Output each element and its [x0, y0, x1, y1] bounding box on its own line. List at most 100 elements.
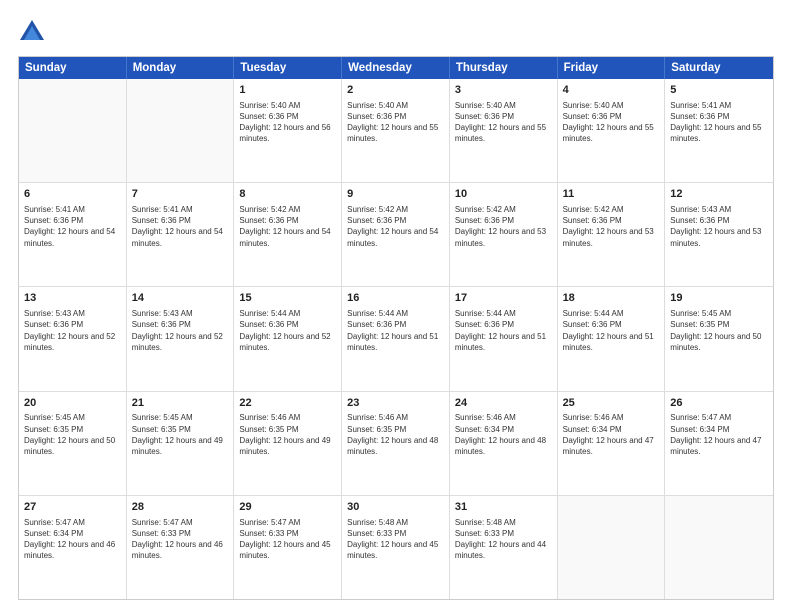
calendar-cell: 12Sunrise: 5:43 AM Sunset: 6:36 PM Dayli…: [665, 183, 773, 286]
calendar-header-cell: Wednesday: [342, 57, 450, 79]
logo: [18, 18, 50, 46]
day-number: 20: [24, 396, 121, 411]
calendar-cell: 22Sunrise: 5:46 AM Sunset: 6:35 PM Dayli…: [234, 392, 342, 495]
cell-info: Sunrise: 5:46 AM Sunset: 6:35 PM Dayligh…: [347, 412, 444, 457]
calendar-header-cell: Tuesday: [234, 57, 342, 79]
calendar-cell: 8 Sunrise: 5:42 AM Sunset: 6:36 PM Daylig…: [234, 183, 342, 286]
day-number: 15: [239, 291, 336, 306]
calendar-cell: 7 Sunrise: 5:41 AM Sunset: 6:36 PM Daylig…: [127, 183, 235, 286]
day-number: 13: [24, 291, 121, 306]
calendar-header-cell: Sunday: [19, 57, 127, 79]
cell-info: Sunrise: 5:44 AM Sunset: 6:36 PM Dayligh…: [455, 308, 552, 353]
calendar-header-row: SundayMondayTuesdayWednesdayThursdayFrid…: [19, 57, 773, 79]
day-number: 18: [563, 291, 660, 306]
calendar-week: 27 Sunrise: 5:47 AM Sunset: 6:34 PM Dayli…: [19, 496, 773, 599]
cell-info: Sunrise: 5:43 AM Sunset: 6:36 PM Dayligh…: [24, 308, 121, 353]
day-number: 27: [24, 500, 121, 515]
cell-info: Sunrise: 5:47 AM Sunset: 6:33 PM Dayligh…: [132, 517, 229, 562]
calendar-header-cell: Monday: [127, 57, 235, 79]
calendar-cell: 3 Sunrise: 5:40 AM Sunset: 6:36 PM Daylig…: [450, 79, 558, 182]
day-number: 3: [455, 83, 552, 98]
day-number: 19: [670, 291, 768, 306]
day-number: 12: [670, 187, 768, 202]
cell-info: Sunrise: 5:42 AM Sunset: 6:36 PM Dayligh…: [347, 204, 444, 249]
calendar: SundayMondayTuesdayWednesdayThursdayFrid…: [18, 56, 774, 600]
day-number: 16: [347, 291, 444, 306]
day-number: 17: [455, 291, 552, 306]
cell-info: Sunrise: 5:44 AM Sunset: 6:36 PM Dayligh…: [239, 308, 336, 353]
cell-info: Sunrise: 5:40 AM Sunset: 6:36 PM Dayligh…: [239, 100, 336, 145]
cell-info: Sunrise: 5:48 AM Sunset: 6:33 PM Dayligh…: [455, 517, 552, 562]
cell-info: Sunrise: 5:45 AM Sunset: 6:35 PM Dayligh…: [132, 412, 229, 457]
calendar-cell: [19, 79, 127, 182]
calendar-cell: 16 Sunrise: 5:44 AM Sunset: 6:36 PM Dayli…: [342, 287, 450, 390]
cell-info: Sunrise: 5:40 AM Sunset: 6:36 PM Dayligh…: [347, 100, 444, 145]
calendar-cell: 27 Sunrise: 5:47 AM Sunset: 6:34 PM Dayli…: [19, 496, 127, 599]
calendar-cell: 15 Sunrise: 5:44 AM Sunset: 6:36 PM Dayli…: [234, 287, 342, 390]
header: [18, 18, 774, 46]
cell-info: Sunrise: 5:41 AM Sunset: 6:36 PM Dayligh…: [132, 204, 229, 249]
calendar-cell: 29Sunrise: 5:47 AM Sunset: 6:33 PM Dayli…: [234, 496, 342, 599]
day-number: 10: [455, 187, 552, 202]
calendar-week: 20Sunrise: 5:45 AM Sunset: 6:35 PM Dayli…: [19, 392, 773, 496]
calendar-cell: 21Sunrise: 5:45 AM Sunset: 6:35 PM Dayli…: [127, 392, 235, 495]
calendar-header-cell: Friday: [558, 57, 666, 79]
cell-info: Sunrise: 5:42 AM Sunset: 6:36 PM Dayligh…: [455, 204, 552, 249]
calendar-cell: 5Sunrise: 5:41 AM Sunset: 6:36 PM Daylig…: [665, 79, 773, 182]
calendar-week: 13 Sunrise: 5:43 AM Sunset: 6:36 PM Dayli…: [19, 287, 773, 391]
cell-info: Sunrise: 5:40 AM Sunset: 6:36 PM Dayligh…: [455, 100, 552, 145]
cell-info: Sunrise: 5:40 AM Sunset: 6:36 PM Dayligh…: [563, 100, 660, 145]
day-number: 30: [347, 500, 444, 515]
day-number: 25: [563, 396, 660, 411]
calendar-cell: 1 Sunrise: 5:40 AM Sunset: 6:36 PM Daylig…: [234, 79, 342, 182]
logo-icon: [18, 18, 46, 46]
calendar-cell: 6Sunrise: 5:41 AM Sunset: 6:36 PM Daylig…: [19, 183, 127, 286]
cell-info: Sunrise: 5:41 AM Sunset: 6:36 PM Dayligh…: [24, 204, 121, 249]
calendar-cell: 24Sunrise: 5:46 AM Sunset: 6:34 PM Dayli…: [450, 392, 558, 495]
day-number: 1: [239, 83, 336, 98]
day-number: 23: [347, 396, 444, 411]
day-number: 26: [670, 396, 768, 411]
calendar-week: 6Sunrise: 5:41 AM Sunset: 6:36 PM Daylig…: [19, 183, 773, 287]
cell-info: Sunrise: 5:47 AM Sunset: 6:34 PM Dayligh…: [24, 517, 121, 562]
day-number: 9: [347, 187, 444, 202]
calendar-cell: 20Sunrise: 5:45 AM Sunset: 6:35 PM Dayli…: [19, 392, 127, 495]
calendar-cell: 31 Sunrise: 5:48 AM Sunset: 6:33 PM Dayli…: [450, 496, 558, 599]
calendar-cell: 14Sunrise: 5:43 AM Sunset: 6:36 PM Dayli…: [127, 287, 235, 390]
cell-info: Sunrise: 5:45 AM Sunset: 6:35 PM Dayligh…: [670, 308, 768, 353]
calendar-cell: 23Sunrise: 5:46 AM Sunset: 6:35 PM Dayli…: [342, 392, 450, 495]
calendar-cell: 2 Sunrise: 5:40 AM Sunset: 6:36 PM Daylig…: [342, 79, 450, 182]
calendar-cell: 10 Sunrise: 5:42 AM Sunset: 6:36 PM Dayli…: [450, 183, 558, 286]
day-number: 14: [132, 291, 229, 306]
day-number: 8: [239, 187, 336, 202]
calendar-header-cell: Thursday: [450, 57, 558, 79]
cell-info: Sunrise: 5:42 AM Sunset: 6:36 PM Dayligh…: [563, 204, 660, 249]
calendar-body: 1 Sunrise: 5:40 AM Sunset: 6:36 PM Daylig…: [19, 79, 773, 599]
cell-info: Sunrise: 5:41 AM Sunset: 6:36 PM Dayligh…: [670, 100, 768, 145]
calendar-cell: 9 Sunrise: 5:42 AM Sunset: 6:36 PM Daylig…: [342, 183, 450, 286]
calendar-cell: 25Sunrise: 5:46 AM Sunset: 6:34 PM Dayli…: [558, 392, 666, 495]
cell-info: Sunrise: 5:46 AM Sunset: 6:34 PM Dayligh…: [563, 412, 660, 457]
cell-info: Sunrise: 5:44 AM Sunset: 6:36 PM Dayligh…: [563, 308, 660, 353]
day-number: 28: [132, 500, 229, 515]
day-number: 21: [132, 396, 229, 411]
calendar-week: 1 Sunrise: 5:40 AM Sunset: 6:36 PM Daylig…: [19, 79, 773, 183]
calendar-cell: 4Sunrise: 5:40 AM Sunset: 6:36 PM Daylig…: [558, 79, 666, 182]
day-number: 7: [132, 187, 229, 202]
day-number: 11: [563, 187, 660, 202]
day-number: 2: [347, 83, 444, 98]
page: SundayMondayTuesdayWednesdayThursdayFrid…: [0, 0, 792, 612]
day-number: 29: [239, 500, 336, 515]
cell-info: Sunrise: 5:42 AM Sunset: 6:36 PM Dayligh…: [239, 204, 336, 249]
cell-info: Sunrise: 5:44 AM Sunset: 6:36 PM Dayligh…: [347, 308, 444, 353]
cell-info: Sunrise: 5:45 AM Sunset: 6:35 PM Dayligh…: [24, 412, 121, 457]
cell-info: Sunrise: 5:46 AM Sunset: 6:35 PM Dayligh…: [239, 412, 336, 457]
calendar-cell: 26Sunrise: 5:47 AM Sunset: 6:34 PM Dayli…: [665, 392, 773, 495]
calendar-cell: 11 Sunrise: 5:42 AM Sunset: 6:36 PM Dayli…: [558, 183, 666, 286]
day-number: 31: [455, 500, 552, 515]
cell-info: Sunrise: 5:47 AM Sunset: 6:34 PM Dayligh…: [670, 412, 768, 457]
calendar-cell: [665, 496, 773, 599]
cell-info: Sunrise: 5:46 AM Sunset: 6:34 PM Dayligh…: [455, 412, 552, 457]
day-number: 22: [239, 396, 336, 411]
calendar-cell: [127, 79, 235, 182]
